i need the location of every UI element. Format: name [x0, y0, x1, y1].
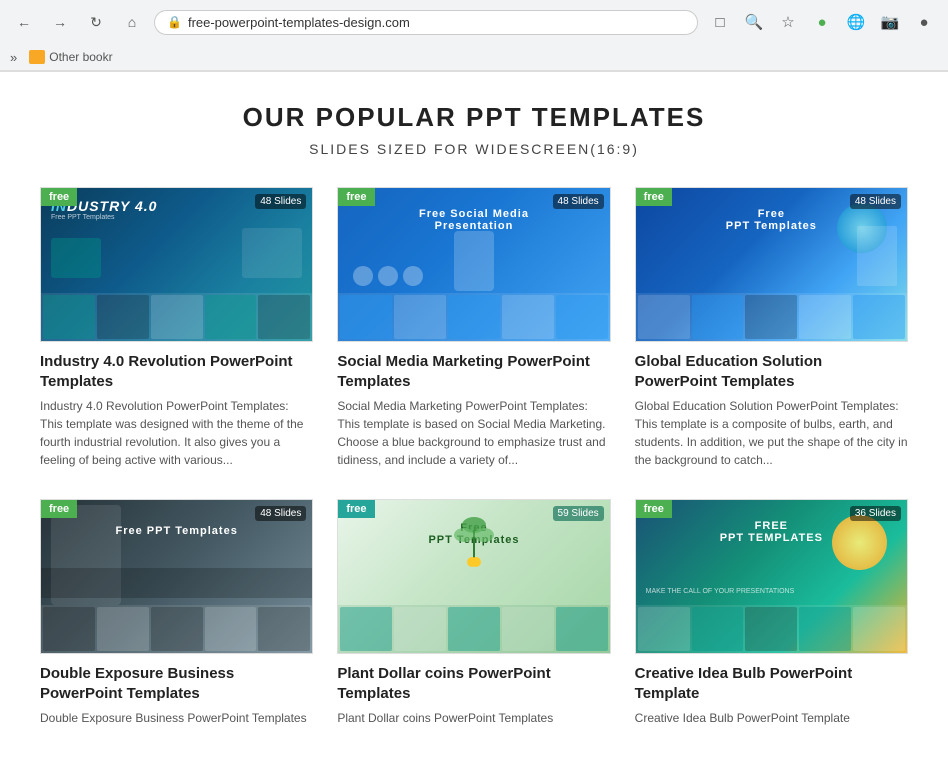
plant-mini-slides: [338, 605, 609, 653]
browser-chrome: ← → ↻ ⌂ 🔒 free-powerpoint-templates-desi…: [0, 0, 948, 72]
bookmarks-bar: » Other bookr: [0, 44, 948, 71]
industry-desc: Industry 4.0 Revolution PowerPoint Templ…: [40, 397, 313, 469]
social-title: Social Media Marketing PowerPoint Templa…: [337, 352, 610, 391]
industry-thumb-sub: Free PPT Templates: [51, 214, 115, 221]
double-mini-slides: [41, 605, 312, 653]
template-card-bulb[interactable]: free 36 Slides FREEPPT TEMPLATES MAKE TH…: [635, 499, 908, 727]
double-thumb-title: Free PPT Templates: [115, 525, 237, 537]
address-bar[interactable]: 🔒 free-powerpoint-templates-design.com: [154, 10, 698, 35]
slides-badge-industry: 48 Slides: [255, 194, 306, 209]
template-card-education[interactable]: free 48 Slides FreePPT Templates Global …: [635, 187, 908, 469]
template-card-social[interactable]: free 48 Slides Free Social MediaPresenta…: [337, 187, 610, 469]
free-badge-education: free: [636, 188, 672, 206]
page-content: OUR POPULAR PPT TEMPLATES SLIDES SIZED F…: [0, 72, 948, 757]
screenshot-icon[interactable]: 📷: [876, 8, 904, 36]
social-person-silhouette: [454, 231, 494, 291]
education-mini-slides: [636, 293, 907, 341]
free-badge-industry: free: [41, 188, 77, 206]
free-badge-bulb: free: [636, 500, 672, 518]
slides-badge-plant: 59 Slides: [553, 506, 604, 521]
education-desc: Global Education Solution PowerPoint Tem…: [635, 397, 908, 469]
social-thumb-title: Free Social MediaPresentation: [419, 208, 529, 232]
template-thumb-social: free 48 Slides Free Social MediaPresenta…: [337, 187, 610, 342]
browser-toolbar: ← → ↻ ⌂ 🔒 free-powerpoint-templates-desi…: [0, 0, 948, 44]
education-title: Global Education Solution PowerPoint Tem…: [635, 352, 908, 391]
double-title: Double Exposure Business PowerPoint Temp…: [40, 664, 313, 703]
bulb-thumb-title: FREEPPT TEMPLATES: [720, 520, 823, 544]
education-thumb-title: FreePPT Templates: [726, 208, 817, 232]
template-thumb-bulb: free 36 Slides FREEPPT TEMPLATES MAKE TH…: [635, 499, 908, 654]
other-bookmarks-label: Other bookr: [49, 50, 112, 64]
forward-button[interactable]: →: [46, 8, 74, 36]
template-card-industry[interactable]: free 48 Slides INDUSTRY 4.0 Free PPT Tem…: [40, 187, 313, 469]
lock-icon: 🔒: [167, 15, 182, 29]
slides-badge-double: 48 Slides: [255, 506, 306, 521]
templates-grid: free 48 Slides INDUSTRY 4.0 Free PPT Tem…: [40, 187, 908, 727]
bulb-circle: [832, 515, 887, 570]
template-thumb-plant: free 59 Slides FreePPT Templates: [337, 499, 610, 654]
template-thumb-education: free 48 Slides FreePPT Templates: [635, 187, 908, 342]
free-badge-social: free: [338, 188, 374, 206]
other-bookmarks[interactable]: Other bookr: [23, 48, 118, 66]
star-icon[interactable]: ☆: [774, 8, 802, 36]
globe-icon[interactable]: 🌐: [842, 8, 870, 36]
back-button[interactable]: ←: [10, 8, 38, 36]
refresh-button[interactable]: ↻: [82, 8, 110, 36]
free-badge-double: free: [41, 500, 77, 518]
plant-title: Plant Dollar coins PowerPoint Templates: [337, 664, 610, 703]
social-mini-slides: [338, 293, 609, 341]
template-card-double[interactable]: free 48 Slides Free PPT Templates Doub: [40, 499, 313, 727]
slides-badge-education: 48 Slides: [850, 194, 901, 209]
free-badge-plant: free: [338, 500, 374, 518]
bulb-mini-slides: [636, 605, 907, 653]
sync-icon[interactable]: ●: [808, 8, 836, 36]
template-thumb-industry: free 48 Slides INDUSTRY 4.0 Free PPT Tem…: [40, 187, 313, 342]
plant-svg: [444, 510, 504, 570]
slides-badge-social: 48 Slides: [553, 194, 604, 209]
extensions-icon[interactable]: □: [706, 8, 734, 36]
bookmarks-chevron: »: [10, 50, 17, 65]
bookmark-folder-icon: [29, 50, 45, 64]
template-card-plant[interactable]: free 59 Slides FreePPT Templates: [337, 499, 610, 727]
plant-desc: Plant Dollar coins PowerPoint Templates: [337, 709, 610, 727]
home-button[interactable]: ⌂: [118, 8, 146, 36]
industry-mini-slides: [41, 293, 312, 341]
bulb-title: Creative Idea Bulb PowerPoint Template: [635, 664, 908, 703]
social-desc: Social Media Marketing PowerPoint Templa…: [337, 397, 610, 469]
slides-badge-bulb: 36 Slides: [850, 506, 901, 521]
page-subtitle: SLIDES SIZED FOR WIDESCREEN(16:9): [40, 141, 908, 157]
profile-icon[interactable]: ●: [910, 8, 938, 36]
url-text: free-powerpoint-templates-design.com: [188, 15, 685, 30]
toolbar-icons: □ 🔍 ☆ ● 🌐 📷 ●: [706, 8, 938, 36]
page-title: OUR POPULAR PPT TEMPLATES: [40, 102, 908, 133]
search-icon[interactable]: 🔍: [740, 8, 768, 36]
bulb-desc: Creative Idea Bulb PowerPoint Template: [635, 709, 908, 727]
double-desc: Double Exposure Business PowerPoint Temp…: [40, 709, 313, 727]
template-thumb-double: free 48 Slides Free PPT Templates: [40, 499, 313, 654]
industry-title: Industry 4.0 Revolution PowerPoint Templ…: [40, 352, 313, 391]
